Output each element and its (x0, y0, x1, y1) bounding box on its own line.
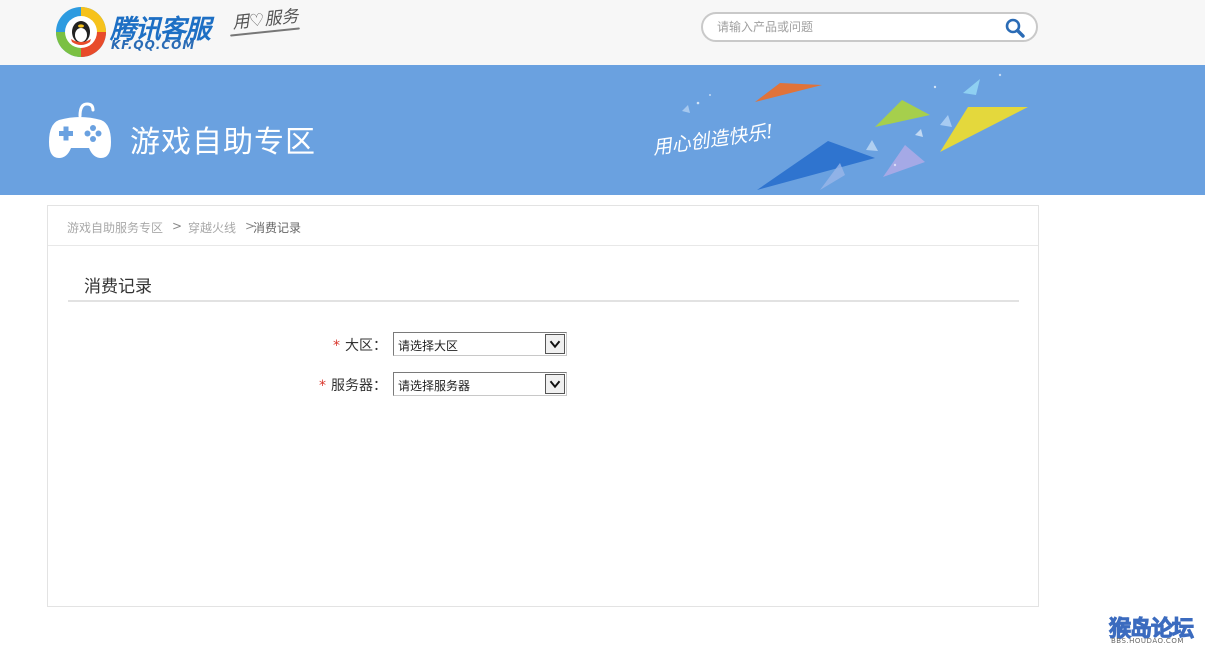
gamepad-icon (49, 102, 111, 158)
tencent-kf-logo[interactable]: 腾讯客服 KF.QQ.COM 用♡服务 (54, 5, 304, 59)
page-title: 消费记录 (84, 277, 152, 297)
server-label: * 服务器： (319, 375, 387, 395)
watermark-url: BBS.HOUDAO.COM (1111, 637, 1184, 645)
chevron-down-icon[interactable] (545, 374, 565, 394)
server-select-value: 请选择服务器 (398, 379, 471, 393)
required-mark: * (319, 378, 326, 394)
region-select-value: 请选择大区 (398, 339, 459, 353)
search-box (701, 12, 1038, 42)
search-icon[interactable] (1004, 17, 1026, 39)
game-banner: 游戏自助专区 用心创造快乐! (0, 65, 1205, 195)
region-row: * 大区： 请选择大区 (48, 332, 648, 356)
search-input[interactable] (717, 18, 997, 36)
banner-title: 游戏自助专区 (130, 125, 316, 160)
top-header: 腾讯客服 KF.QQ.COM 用♡服务 (0, 0, 1205, 65)
region-label-text: 大区： (345, 338, 387, 354)
region-label: * 大区： (333, 335, 387, 355)
logo-subtitle: KF.QQ.COM (111, 38, 196, 52)
server-label-text: 服务器： (331, 378, 387, 394)
breadcrumb: 游戏自助服务专区 > 穿越火线 > 消费记录 (48, 206, 1038, 246)
content-panel: 游戏自助服务专区 > 穿越火线 > 消费记录 消费记录 * 大区： 请选择大区 *… (47, 205, 1039, 607)
server-row: * 服务器： 请选择服务器 (48, 372, 648, 396)
breadcrumb-game-self-service[interactable]: 游戏自助服务专区 (67, 219, 163, 236)
breadcrumb-crossfire[interactable]: 穿越火线 (188, 219, 236, 236)
qq-penguin-logo-icon (56, 7, 106, 57)
required-mark: * (333, 338, 340, 354)
title-divider (68, 300, 1019, 302)
server-select[interactable]: 请选择服务器 (393, 372, 567, 396)
chevron-down-icon[interactable] (545, 334, 565, 354)
region-select[interactable]: 请选择大区 (393, 332, 567, 356)
breadcrumb-current-page: 消费记录 (253, 221, 302, 235)
breadcrumb-separator: > (172, 219, 183, 233)
forum-watermark: 猴岛论坛 BBS.HOUDAO.COM (1108, 611, 1201, 647)
